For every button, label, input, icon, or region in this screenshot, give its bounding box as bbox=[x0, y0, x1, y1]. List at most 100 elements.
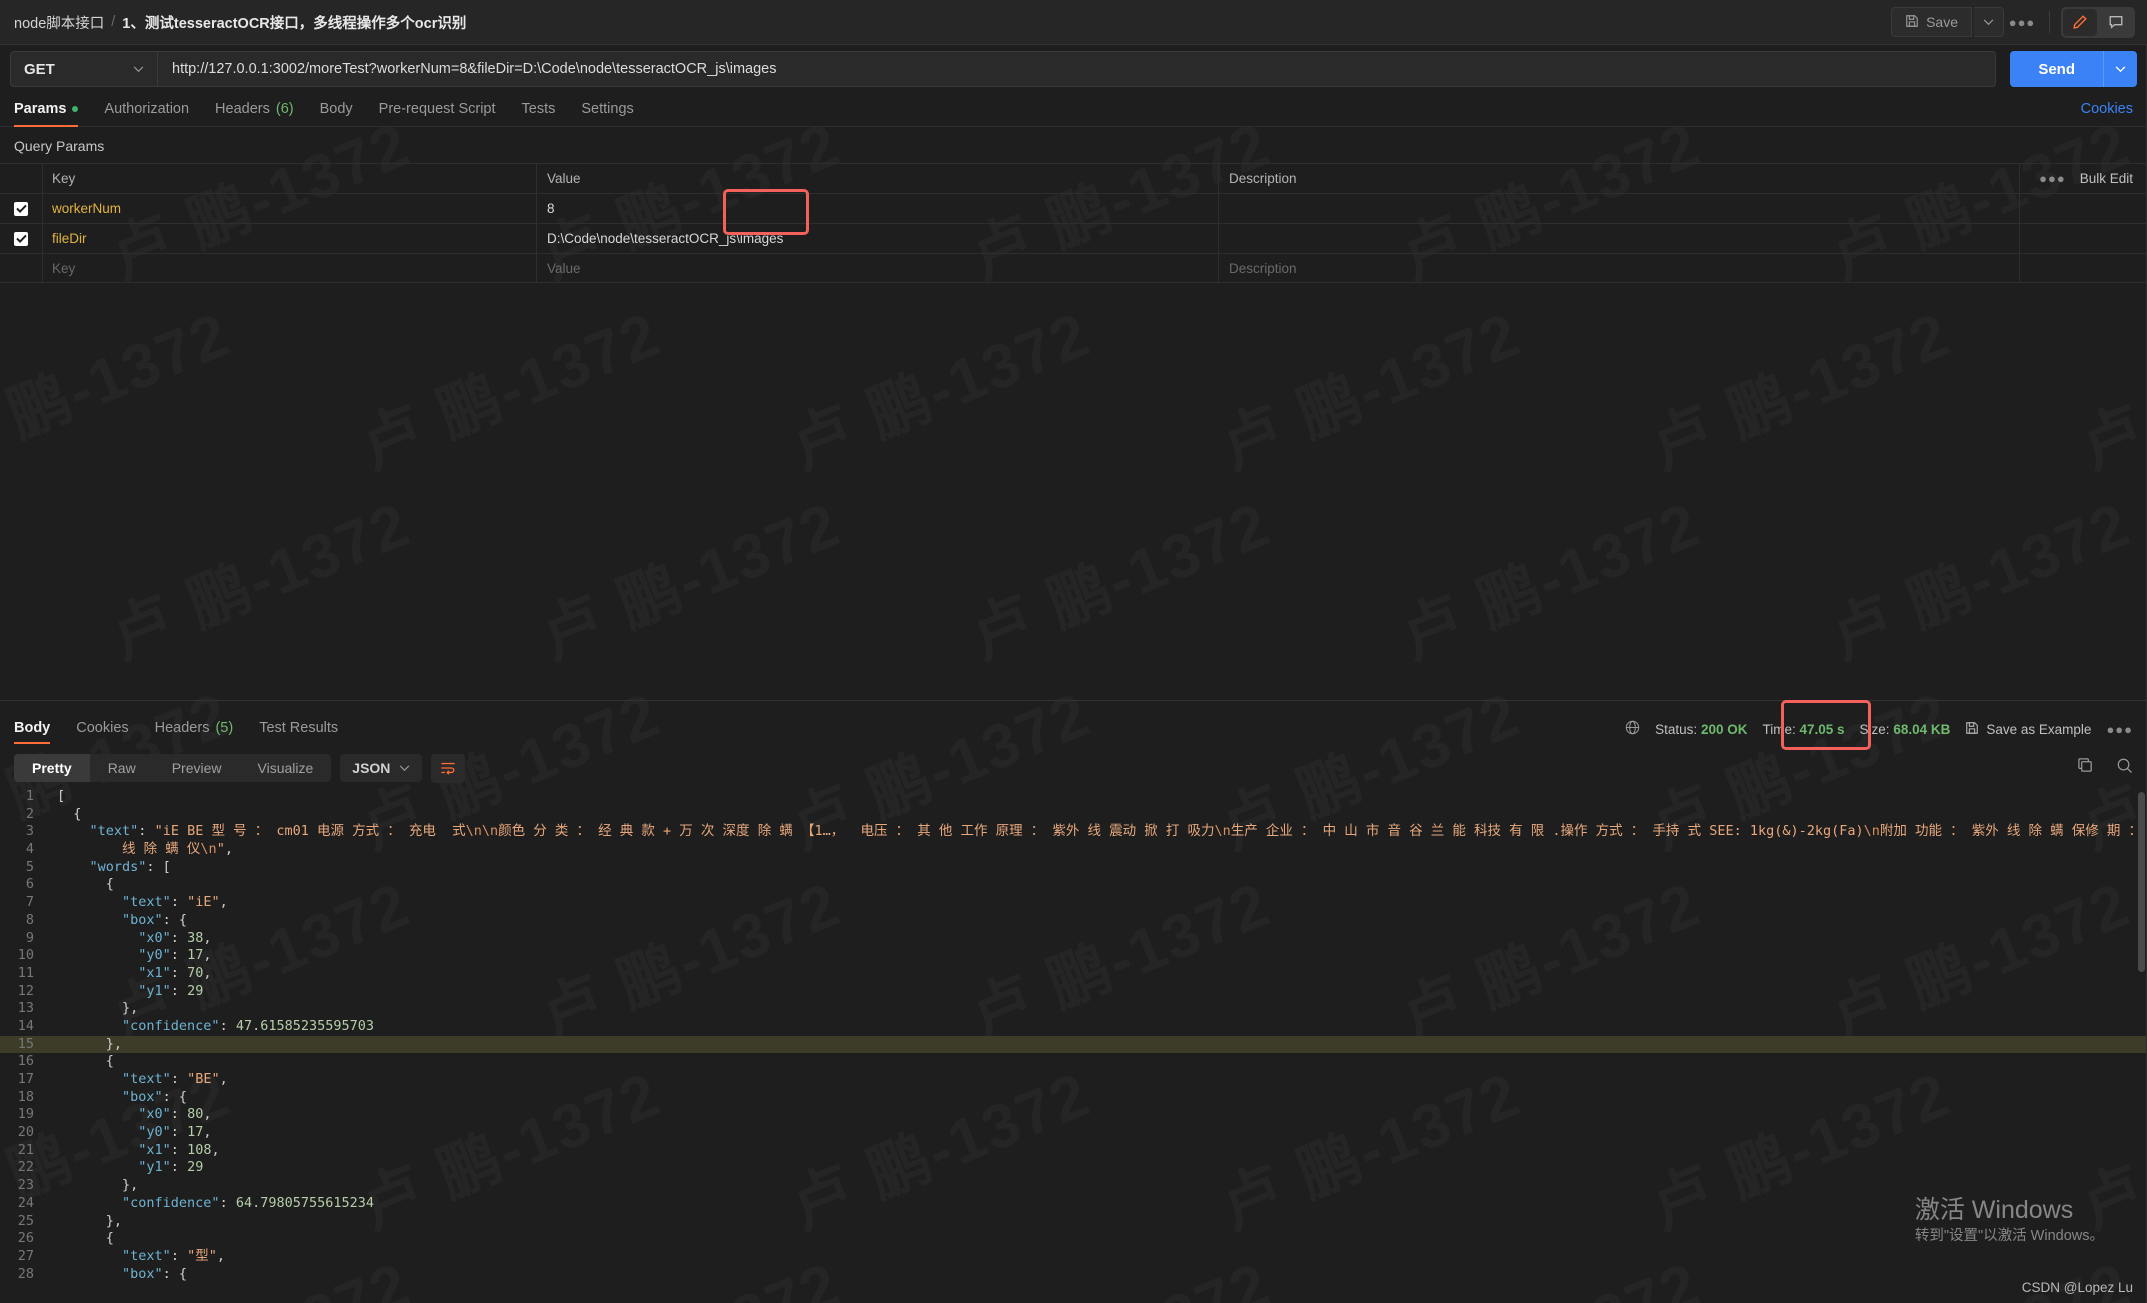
view-mode-visualize[interactable]: Visualize bbox=[240, 754, 332, 782]
line-number: 5 bbox=[25, 858, 34, 875]
watermark-text: 卢 鹏-1372 bbox=[955, 474, 1282, 676]
view-mode-raw[interactable]: Raw bbox=[90, 754, 154, 782]
row-value[interactable]: 8 bbox=[536, 194, 1218, 223]
response-scrollbar[interactable] bbox=[2138, 792, 2145, 972]
table-row[interactable]: fileDir D:\Code\node\tesseractOCR_js\ima… bbox=[0, 223, 2147, 253]
row-key[interactable]: workerNum bbox=[42, 194, 536, 223]
line-content: "confidence": 64.79805755615234 bbox=[122, 1194, 375, 1211]
response-body-code[interactable]: 1[2 {3 "text": "iE BE 型 号 ： cm01 电源 方式 ：… bbox=[0, 788, 2147, 1303]
line-number: 22 bbox=[17, 1159, 34, 1176]
send-dropdown-button[interactable] bbox=[2103, 51, 2137, 87]
windows-activation-subtitle: 转到"设置"以激活 Windows。 bbox=[1914, 1228, 2104, 1244]
line-number: 28 bbox=[17, 1265, 34, 1282]
row-key-placeholder[interactable]: Key bbox=[42, 254, 536, 282]
tab-body-label: Body bbox=[319, 101, 353, 117]
save-button-label: Save bbox=[1926, 14, 1958, 30]
watermark-text: 卢 鹏-1372 bbox=[345, 284, 672, 486]
params-modified-dot bbox=[72, 106, 79, 112]
checkbox-checked-icon bbox=[14, 201, 28, 216]
row-checkbox[interactable] bbox=[0, 231, 42, 246]
tab-pre-request-script-label: Pre-request Script bbox=[378, 101, 496, 117]
response-tab-body-label: Body bbox=[14, 720, 51, 736]
save-as-example-label: Save as Example bbox=[1986, 721, 2092, 737]
line-content: "x1": 70, bbox=[138, 964, 212, 981]
tab-settings[interactable]: Settings bbox=[568, 101, 646, 126]
row-description[interactable] bbox=[1218, 224, 2019, 253]
line-content: "box": { bbox=[122, 1265, 188, 1282]
row-description-placeholder[interactable]: Description bbox=[1218, 254, 2019, 282]
cookies-link[interactable]: Cookies bbox=[2081, 101, 2133, 126]
line-content: "x0": 80, bbox=[138, 1106, 212, 1123]
watermark-text: 卢 鹏-1372 bbox=[95, 474, 422, 676]
tab-headers-count: (6) bbox=[275, 101, 294, 117]
view-mode-preview[interactable]: Preview bbox=[154, 754, 240, 782]
url-input[interactable]: http://127.0.0.1:3002/moreTest?workerNum… bbox=[158, 51, 1997, 87]
row-value[interactable]: D:\Code\node\tesseractOCR_js\images bbox=[536, 224, 1218, 253]
format-label: JSON bbox=[352, 760, 391, 776]
copy-button[interactable] bbox=[2077, 757, 2094, 779]
row-value-placeholder[interactable]: Value bbox=[536, 254, 1218, 282]
code-line: 21 "x1": 108, bbox=[0, 1142, 2147, 1160]
line-number: 10 bbox=[17, 947, 34, 964]
table-header-row: Key Value Description ●●● Bulk Edit bbox=[0, 163, 2147, 193]
comment-mode-button[interactable] bbox=[2099, 9, 2133, 36]
time-label: Time: bbox=[1762, 721, 1796, 737]
watermark-text: 卢 鹏-1372 bbox=[1635, 284, 1962, 486]
method-select[interactable]: GET bbox=[10, 51, 158, 87]
response-tab-cookies-label: Cookies bbox=[76, 720, 129, 736]
row-checkbox[interactable] bbox=[0, 201, 42, 216]
response-tab-test-results[interactable]: Test Results bbox=[246, 720, 351, 745]
save-button[interactable]: Save bbox=[1891, 7, 1972, 37]
status-meta: Status: 200 OK bbox=[1655, 722, 1747, 737]
row-key[interactable]: fileDir bbox=[42, 224, 536, 253]
header-description: Description bbox=[1218, 164, 2019, 193]
response-view-modes: Pretty Raw Preview Visualize bbox=[14, 754, 332, 782]
row-description[interactable] bbox=[1218, 194, 2019, 223]
bulk-edit-button[interactable]: Bulk Edit bbox=[2080, 171, 2133, 186]
tab-tests[interactable]: Tests bbox=[509, 101, 569, 126]
tab-pre-request-script[interactable]: Pre-request Script bbox=[366, 101, 509, 126]
response-tab-cookies[interactable]: Cookies bbox=[63, 720, 141, 745]
url-bar: GET http://127.0.0.1:3002/moreTest?worke… bbox=[0, 45, 2147, 93]
header-value: Value bbox=[536, 164, 1218, 193]
divider bbox=[2049, 11, 2050, 33]
save-dropdown-button[interactable] bbox=[1974, 7, 2004, 37]
send-group: Send bbox=[2010, 51, 2137, 87]
code-line: 2 { bbox=[0, 806, 2147, 824]
tab-body[interactable]: Body bbox=[307, 101, 366, 126]
ellipsis-icon[interactable]: ●●● bbox=[2106, 722, 2133, 737]
edit-mode-button[interactable] bbox=[2063, 8, 2097, 36]
watermark-text: 卢 鹏-1372 bbox=[2065, 284, 2147, 486]
ellipsis-icon[interactable]: ●●● bbox=[2039, 171, 2066, 186]
tab-authorization[interactable]: Authorization bbox=[91, 101, 202, 126]
response-tab-headers[interactable]: Headers (5) bbox=[142, 720, 247, 745]
line-content: "y1": 29 bbox=[138, 982, 204, 999]
wrap-lines-button[interactable] bbox=[431, 753, 466, 783]
line-content: }, bbox=[122, 1000, 139, 1017]
search-button[interactable] bbox=[2116, 757, 2133, 779]
chevron-down-icon bbox=[1983, 18, 1994, 25]
table-row[interactable]: workerNum 8 bbox=[0, 193, 2147, 223]
watermark-text: 卢 鹏-1372 bbox=[525, 474, 852, 676]
floppy-disk-icon bbox=[1965, 721, 1979, 738]
breadcrumb-root[interactable]: node脚本接口 bbox=[14, 12, 104, 33]
query-params-table: Key Value Description ●●● Bulk Edit work… bbox=[0, 163, 2147, 283]
save-as-example-button[interactable]: Save as Example bbox=[1965, 721, 2091, 738]
tab-headers[interactable]: Headers (6) bbox=[202, 101, 307, 126]
line-content: "text": "iE", bbox=[122, 894, 228, 911]
more-options-button[interactable]: ●●● bbox=[2006, 7, 2038, 37]
tab-params[interactable]: Params bbox=[14, 101, 91, 127]
format-select[interactable]: JSON bbox=[340, 754, 423, 782]
table-row-empty[interactable]: Key Value Description bbox=[0, 253, 2147, 283]
line-content: [ bbox=[57, 788, 66, 804]
watermark-text: 卢 鹏-1372 bbox=[0, 284, 241, 486]
response-tab-body[interactable]: Body bbox=[14, 720, 63, 745]
send-button[interactable]: Send bbox=[2010, 51, 2103, 87]
tab-tests-label: Tests bbox=[521, 101, 556, 117]
code-line: 23 }, bbox=[0, 1177, 2147, 1195]
line-number: 17 bbox=[17, 1071, 34, 1087]
header-key: Key bbox=[42, 164, 536, 193]
watermark-text: 卢 鹏-1372 bbox=[775, 284, 1102, 486]
view-mode-pretty[interactable]: Pretty bbox=[14, 754, 90, 782]
breadcrumb-current: 1、测试tesseractOCR接口，多线程操作多个ocr识别 bbox=[122, 15, 467, 32]
